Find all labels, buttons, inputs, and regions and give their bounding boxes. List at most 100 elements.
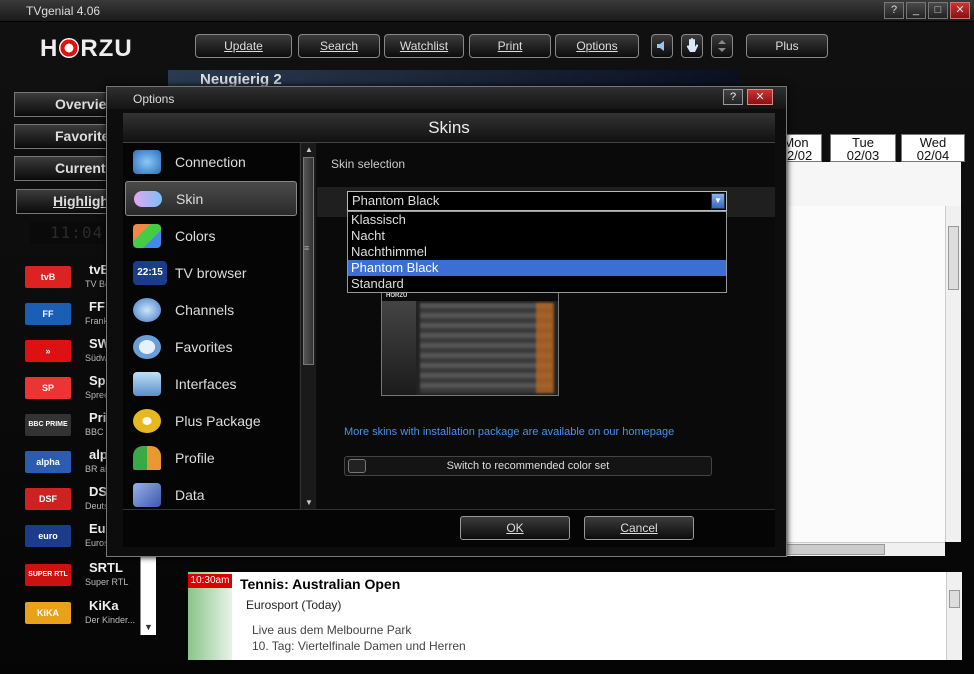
hand-icon — [686, 38, 699, 52]
options-menu: Connection Skin Colors 22:15 TV browser … — [123, 143, 299, 509]
dialog-footer: OK Cancel — [123, 509, 775, 547]
more-skins-link[interactable]: More skins with installation package are… — [344, 426, 674, 438]
menu-item-colors[interactable]: Colors — [125, 219, 297, 254]
clock-display: 11:04 — [30, 222, 106, 244]
channel-subtitle: BR al — [85, 464, 108, 474]
options-button[interactable]: Options — [555, 34, 639, 58]
preview-grid — [420, 303, 552, 393]
scroll-down-icon[interactable]: ▼ — [144, 622, 153, 632]
menu-item-interfaces[interactable]: Interfaces — [125, 367, 297, 402]
program-detail-panel: 10:30am Tennis: Australian Open Eurospor… — [188, 572, 962, 660]
preview-sidebar — [382, 301, 416, 395]
program-time-badge: 10:30am — [188, 574, 232, 588]
help-button[interactable]: ? — [884, 2, 904, 19]
connection-icon — [133, 150, 161, 174]
menu-item-label: Channels — [175, 302, 235, 318]
menu-item-channels[interactable]: Channels — [125, 293, 297, 328]
detail-scrollbar[interactable] — [946, 572, 962, 660]
channel-logo: BBC PRIME — [25, 414, 71, 436]
channel-logo: euro — [25, 525, 71, 547]
menu-item-label: Colors — [175, 228, 216, 244]
data-icon — [133, 483, 161, 507]
channel-subtitle: Frank — [85, 316, 109, 326]
chevron-down-icon[interactable]: ▼ — [711, 193, 725, 209]
menu-scrollbar[interactable]: ▲ ≡ ▼ — [300, 143, 316, 509]
menu-item-tv-browser[interactable]: 22:15 TV browser — [125, 256, 297, 291]
scroll-thumb[interactable] — [303, 157, 314, 365]
profile-icon — [133, 446, 161, 470]
skin-icon — [134, 191, 162, 207]
ok-button[interactable]: OK — [460, 516, 570, 540]
speaker-icon — [657, 41, 664, 51]
menu-item-data[interactable]: Data — [125, 478, 297, 513]
channel-subtitle: Super RTL — [85, 577, 129, 587]
hand-button[interactable] — [681, 34, 703, 58]
dialog-close-button[interactable]: ✕ — [747, 89, 773, 105]
dialog-title-bar: Options ? ✕ — [107, 87, 786, 109]
date-column-wed[interactable]: Wed 02/04 — [901, 134, 965, 162]
date-date: 02/04 — [916, 148, 950, 163]
menu-item-profile[interactable]: Profile — [125, 441, 297, 476]
plus-button[interactable]: Plus — [746, 34, 828, 58]
menu-item-favorites[interactable]: Favorites — [125, 330, 297, 365]
skin-option-selected[interactable]: Phantom Black — [348, 260, 726, 276]
channels-icon — [133, 298, 161, 322]
channel-item[interactable]: KiKA KiKa Der Kinder... — [25, 596, 155, 632]
title-bar: TVgenial 4.06 ? _ □ ✕ — [0, 0, 974, 22]
scroll-thumb[interactable] — [948, 226, 959, 290]
scroll-toggle-button[interactable] — [711, 34, 733, 58]
dialog-title: Options — [133, 92, 175, 106]
guide-vertical-scrollbar[interactable] — [945, 206, 961, 542]
skin-dropdown-list: Klassisch Nacht Nachthimmel Phantom Blac… — [347, 211, 727, 293]
scroll-thumb[interactable] — [785, 544, 885, 555]
options-dialog: Options ? ✕ Skins Connection Skin Colors… — [106, 86, 787, 557]
maximize-button[interactable]: □ — [928, 2, 948, 19]
main-toolbar: Update Search Watchlist Print Options Pl… — [0, 34, 974, 60]
skin-option[interactable]: Standard — [348, 276, 726, 292]
scroll-up-icon[interactable]: ▲ — [305, 145, 313, 154]
scroll-down-icon[interactable]: ▼ — [305, 498, 313, 507]
switch-color-set-label: Switch to recommended color set — [446, 460, 610, 472]
scroll-thumb[interactable] — [949, 590, 960, 608]
channel-subtitle: Südw — [85, 353, 108, 363]
print-label: Print — [497, 39, 523, 53]
preview-logo: HÖRZU — [382, 293, 558, 301]
menu-item-label: Data — [175, 487, 205, 503]
watchlist-button[interactable]: Watchlist — [384, 34, 464, 58]
skin-select[interactable]: Phantom Black ▼ — [347, 191, 727, 211]
channel-subtitle: Der Kinder... — [85, 615, 136, 625]
interfaces-icon — [133, 372, 161, 396]
search-button[interactable]: Search — [298, 34, 380, 58]
menu-item-connection[interactable]: Connection — [125, 145, 297, 180]
update-button[interactable]: Update — [195, 34, 292, 58]
program-title: Tennis: Australian Open — [240, 576, 401, 592]
date-column-tue[interactable]: Tue 02/03 — [830, 134, 896, 162]
window-title: TVgenial 4.06 — [26, 4, 101, 18]
plus-label: Plus — [775, 39, 799, 53]
channel-name: SRTL — [89, 560, 123, 575]
guide-horizontal-scrollbar[interactable] — [785, 542, 945, 556]
checkbox-icon[interactable] — [348, 459, 366, 473]
tvgenial-window: TVgenial 4.06 ? _ □ ✕ H RZU Update Search… — [0, 0, 974, 674]
skin-option[interactable]: Nachthimmel — [348, 244, 726, 260]
channel-subtitle: Deuts — [85, 501, 109, 511]
channel-logo: SP — [25, 377, 71, 399]
skin-option[interactable]: Klassisch — [348, 212, 726, 228]
dialog-help-button[interactable]: ? — [723, 89, 743, 105]
close-button[interactable]: ✕ — [950, 2, 970, 19]
channel-name: Sp — [89, 373, 106, 388]
menu-item-label: Connection — [175, 154, 246, 170]
menu-item-plus-package[interactable]: Plus Package — [125, 404, 297, 439]
up-down-icon — [718, 40, 726, 52]
speaker-button[interactable] — [651, 34, 673, 58]
skin-option[interactable]: Nacht — [348, 228, 726, 244]
channel-item[interactable]: SUPER RTL SRTL Super RTL — [25, 558, 155, 594]
plus-package-icon — [133, 409, 161, 433]
print-button[interactable]: Print — [469, 34, 551, 58]
cancel-button[interactable]: Cancel — [584, 516, 694, 540]
program-description-line: Live aus dem Melbourne Park — [252, 623, 412, 637]
switch-color-set-button[interactable]: Switch to recommended color set — [344, 456, 712, 476]
channel-logo: » — [25, 340, 71, 362]
minimize-button[interactable]: _ — [906, 2, 926, 19]
menu-item-skin[interactable]: Skin — [125, 181, 297, 216]
